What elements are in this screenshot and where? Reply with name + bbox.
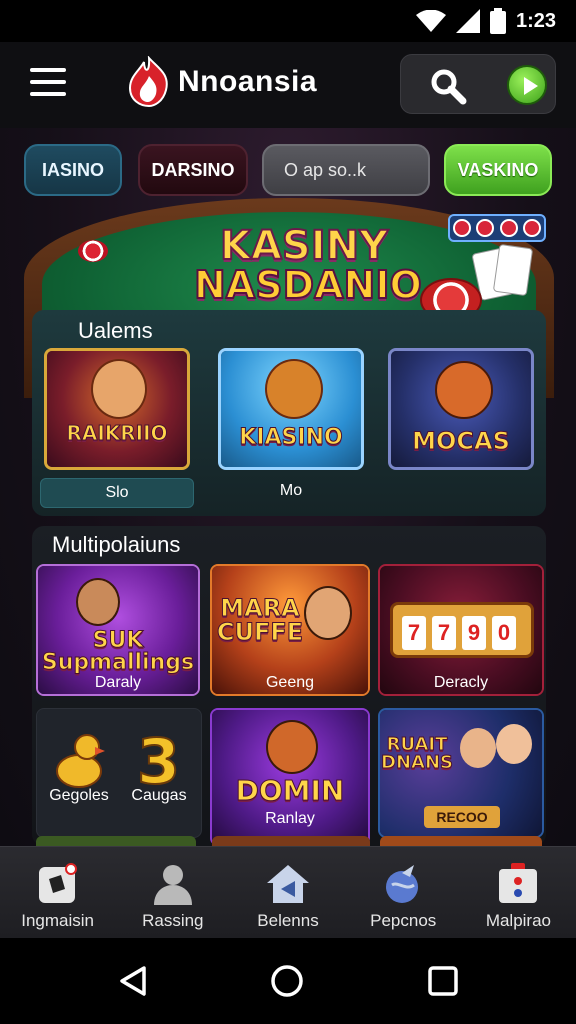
- app-bar: Nnoansia: [0, 42, 576, 128]
- chips-badge: [448, 214, 546, 242]
- slot-reel: 9: [462, 616, 486, 650]
- game-tile[interactable]: [380, 836, 542, 846]
- game-label: Deracly: [433, 674, 489, 691]
- slot-button[interactable]: Slo: [40, 478, 194, 508]
- game-tile[interactable]: RUAIT DNANS RECOO: [378, 708, 544, 838]
- slot-reel: 7: [402, 616, 426, 650]
- signal-icon: [455, 9, 480, 33]
- nav-item-malpirao[interactable]: Malpirao: [461, 847, 576, 938]
- tab-darsino[interactable]: DARSINO: [138, 144, 248, 196]
- banner-title-line1: KASINY: [219, 223, 389, 269]
- game-label: Daraly: [94, 674, 142, 691]
- game-tile[interactable]: [36, 836, 196, 846]
- app-title: Nnoansia: [178, 65, 318, 98]
- home-icon: [267, 865, 309, 903]
- slot-reel: 7: [432, 616, 456, 650]
- app-logo[interactable]: Nnoansia: [126, 56, 317, 108]
- user-icon: [153, 865, 192, 905]
- game-tile[interactable]: RAIKRIIO: [44, 348, 190, 470]
- chip-icon: [476, 219, 495, 237]
- chip-icon: [78, 240, 108, 262]
- game-tile[interactable]: MOCAS: [388, 348, 534, 470]
- character-face-icon: [265, 359, 323, 419]
- banner-title-line2: NASDANIO: [193, 263, 423, 307]
- game-label: Caugas: [131, 787, 187, 804]
- game-tile[interactable]: KIASINO: [218, 348, 364, 470]
- nav-label: Malpirao: [485, 911, 552, 930]
- search-field[interactable]: [262, 144, 430, 196]
- chip-icon: [499, 219, 518, 237]
- slot-reel: 0: [492, 616, 516, 650]
- flame-logo-icon: [128, 56, 168, 108]
- game-title: MOCAS: [412, 427, 511, 456]
- game-label: Ranlay: [265, 810, 315, 827]
- game-title: SUK Supmallings: [41, 628, 195, 675]
- game-tile[interactable]: 3 Gegoles Caugas: [36, 708, 202, 838]
- character-face-icon: [91, 359, 147, 419]
- battery-icon: [489, 8, 506, 34]
- game-tile[interactable]: DOMIN Ranlay: [210, 708, 370, 846]
- duck-icon: [56, 734, 105, 788]
- game-tile[interactable]: SUK Supmallings Daraly: [36, 564, 200, 696]
- game-title: KIASINO: [239, 425, 343, 451]
- game-title: MARA CUFFE: [216, 594, 304, 646]
- character-face-icon: [266, 720, 318, 774]
- toolbar-actions: [400, 54, 556, 114]
- svg-text:3: 3: [137, 727, 180, 791]
- briefcase-icon: [499, 863, 538, 903]
- tile-label: Mo: [279, 482, 303, 499]
- menu-bar: [30, 80, 66, 84]
- section-title: Ualems: [78, 318, 153, 343]
- nav-item-pepcnos[interactable]: Pepcnos: [346, 847, 461, 938]
- menu-bar: [30, 92, 66, 96]
- menu-button[interactable]: [30, 68, 66, 98]
- dice-icon: [38, 863, 77, 903]
- section-featured: Ualems RAIKRIIO KIASINO MOCAS Slo Mo: [32, 310, 546, 516]
- game-label: RECOO: [424, 806, 500, 828]
- wifi-icon: [415, 10, 446, 32]
- chip-icon: [523, 219, 542, 237]
- character-face-icon: [76, 578, 120, 626]
- status-bar: 1:23: [0, 0, 576, 42]
- menu-bar: [30, 68, 66, 72]
- banner-title: KASINY NASDANIO: [193, 223, 423, 307]
- nav-label: Pepcnos: [370, 911, 437, 930]
- main-content: IASINO DARSINO VASKINO KASINY NASDANIO U…: [0, 128, 576, 846]
- globe-icon: [386, 865, 419, 903]
- playing-card-icon: [492, 243, 534, 297]
- play-button[interactable]: [507, 65, 547, 105]
- game-tile[interactable]: 7 7 9 0 Deracly: [378, 564, 544, 696]
- search-input[interactable]: [284, 159, 414, 181]
- character-face-icon: [496, 724, 532, 764]
- home-circle-icon[interactable]: [270, 964, 304, 998]
- number-icon: 3: [136, 727, 181, 791]
- game-title: RAIKRIIO: [66, 421, 168, 446]
- section-title: Multipolaiuns: [52, 532, 181, 557]
- character-face-icon: [435, 361, 493, 419]
- back-icon[interactable]: [116, 964, 150, 998]
- nav-item-rassing[interactable]: Rassing: [115, 847, 230, 938]
- game-tile[interactable]: [212, 836, 370, 846]
- system-nav-bar: [0, 938, 576, 1024]
- status-time: 1:23: [515, 9, 556, 32]
- bottom-nav: Ingmaisin Rassing Belenns Pepcnos Malpir…: [0, 846, 576, 938]
- recents-icon[interactable]: [426, 964, 460, 998]
- search-button[interactable]: [429, 67, 467, 105]
- game-title: DOMIN: [235, 774, 345, 808]
- search-icon: [431, 69, 467, 105]
- game-title: RUAIT DNANS: [381, 734, 454, 773]
- tab-vaskino[interactable]: VASKINO: [444, 144, 552, 196]
- tab-iasino[interactable]: IASINO: [24, 144, 122, 196]
- nav-item-belenns[interactable]: Belenns: [230, 847, 345, 938]
- nav-label: Ingmaisin: [21, 911, 94, 930]
- nav-item-ingmaisin[interactable]: Ingmaisin: [0, 847, 115, 938]
- nav-label: Belenns: [257, 911, 319, 930]
- section-multiplayer: Multipolaiuns SUK Supmallings Daraly MAR…: [32, 526, 546, 846]
- nav-label: Rassing: [142, 911, 204, 930]
- game-label: Geeng: [265, 674, 315, 691]
- chip-icon: [452, 219, 471, 237]
- game-tile[interactable]: MARA CUFFE Geeng: [210, 564, 370, 696]
